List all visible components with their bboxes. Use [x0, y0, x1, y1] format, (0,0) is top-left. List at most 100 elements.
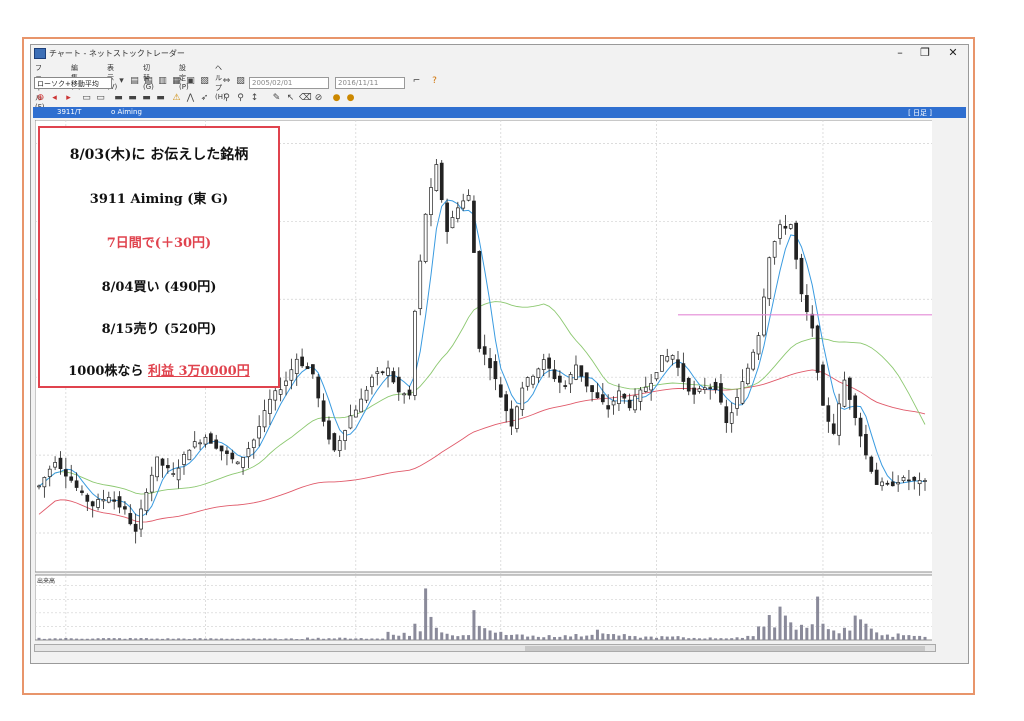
volume-bar	[735, 637, 739, 640]
copy2-icon[interactable]: ▤	[143, 76, 154, 87]
palette-icon[interactable]: ●	[345, 93, 356, 104]
volume-bar	[799, 624, 803, 640]
layout-icon[interactable]: ▦	[171, 76, 182, 87]
dropdown-arrow-icon[interactable]: ▾	[116, 76, 127, 87]
candle-body	[837, 403, 841, 436]
candle-body	[600, 394, 605, 403]
volume-bar	[585, 635, 589, 640]
zoom-in-icon[interactable]: ▭	[95, 93, 106, 104]
scrollbar-thumb[interactable]	[525, 646, 925, 651]
horizontal-scrollbar[interactable]	[34, 644, 936, 652]
candle-body	[311, 364, 315, 375]
volume-bar	[225, 638, 229, 640]
candle-body	[359, 398, 364, 413]
scroll-right-icon[interactable]: ▸	[63, 93, 74, 104]
candle-body	[53, 462, 57, 468]
candle-body	[853, 395, 858, 419]
candle-body	[552, 369, 557, 380]
candle-body	[767, 257, 772, 299]
help-icon[interactable]: ?	[429, 76, 440, 87]
candle-body	[536, 368, 541, 379]
volume-bar	[907, 635, 911, 640]
crosshair-icon[interactable]: ⊕	[35, 93, 46, 104]
bar-icon[interactable]: ▬	[113, 93, 124, 104]
magnify-icon[interactable]: ⚲	[235, 93, 246, 104]
candle-body	[80, 490, 84, 493]
bar2-icon[interactable]: ▬	[127, 93, 138, 104]
volume-bar	[408, 635, 412, 640]
candle-body	[810, 313, 815, 329]
candle-body	[702, 387, 707, 390]
maximize-button[interactable]: ❐	[911, 45, 939, 61]
volume-bar	[794, 629, 798, 640]
volume-bar	[805, 627, 809, 640]
zoom-out-icon[interactable]: ▭	[81, 93, 92, 104]
volume-bar	[660, 636, 664, 640]
period-icon[interactable]: ▨	[235, 76, 246, 87]
candle-body	[284, 380, 288, 386]
volume-bar	[80, 638, 84, 640]
eraser-icon[interactable]: ⌫	[299, 93, 312, 104]
candle-body	[466, 195, 471, 201]
scroll-left-icon[interactable]: ◂	[49, 93, 60, 104]
volume-bar	[327, 638, 331, 640]
candle-body	[472, 200, 476, 253]
candle-body	[42, 477, 47, 488]
candle-body	[171, 473, 176, 475]
candle-body	[729, 412, 734, 424]
minimize-button[interactable]: –	[886, 45, 914, 61]
layout2-icon[interactable]: ▣	[185, 76, 196, 87]
print-icon[interactable]: ▧	[199, 76, 210, 87]
candle-body	[617, 390, 621, 404]
candle-body	[826, 405, 831, 422]
link-icon[interactable]: ⇔	[221, 76, 232, 87]
copy-icon[interactable]: ▤	[129, 76, 140, 87]
volume-bar	[144, 638, 148, 640]
indicator-select[interactable]: ローソク+移動平均	[34, 77, 112, 89]
candle-body	[74, 480, 79, 488]
pointer-icon[interactable]: ➶	[199, 93, 210, 104]
bar3-icon[interactable]: ▬	[141, 93, 152, 104]
close-button[interactable]: ✕	[939, 45, 967, 61]
volume-bar	[542, 637, 546, 640]
candle-body	[563, 385, 568, 387]
volume-bar	[477, 625, 481, 640]
candle-body	[203, 436, 208, 445]
pen-icon[interactable]: ✎	[271, 93, 282, 104]
cursor-icon[interactable]: ↖	[285, 93, 296, 104]
date-to-field[interactable]: 2016/11/11	[335, 77, 405, 89]
volume-bar	[574, 634, 578, 640]
candle-body	[63, 469, 68, 477]
color-icon[interactable]: ●	[331, 93, 342, 104]
search-icon[interactable]: ⚲	[221, 93, 232, 104]
candle-body	[386, 367, 390, 376]
volume-bar	[859, 619, 863, 640]
candle-body	[337, 440, 342, 451]
warning-icon[interactable]: ⚠	[171, 93, 182, 104]
candle-body	[584, 372, 589, 387]
candle-body	[498, 384, 503, 398]
volume-bar	[622, 634, 626, 640]
candle-body	[568, 374, 573, 385]
line-tool-icon[interactable]: ↕	[249, 93, 260, 104]
range-icon[interactable]: ⌐	[411, 76, 422, 87]
bar4-icon[interactable]: ▬	[155, 93, 166, 104]
candle-body	[343, 430, 347, 441]
volume-bar	[552, 637, 556, 640]
volume-bar	[601, 633, 605, 640]
candle-body	[455, 207, 460, 219]
erase-all-icon[interactable]: ⊘	[313, 93, 324, 104]
candle-body	[890, 481, 895, 487]
chart-icon[interactable]: ▥	[157, 76, 168, 87]
volume-bar	[703, 638, 707, 640]
volume-bar	[832, 630, 836, 640]
candle-body	[96, 499, 100, 508]
volume-bar	[96, 638, 100, 640]
volume-bar	[547, 635, 551, 640]
volume-bar	[569, 636, 573, 640]
date-from-field[interactable]: 2005/02/01	[249, 77, 329, 89]
volume-bar	[628, 635, 632, 640]
candle-body	[278, 389, 283, 395]
trend-icon[interactable]: ⋀	[185, 93, 196, 104]
volume-bar	[869, 628, 873, 640]
